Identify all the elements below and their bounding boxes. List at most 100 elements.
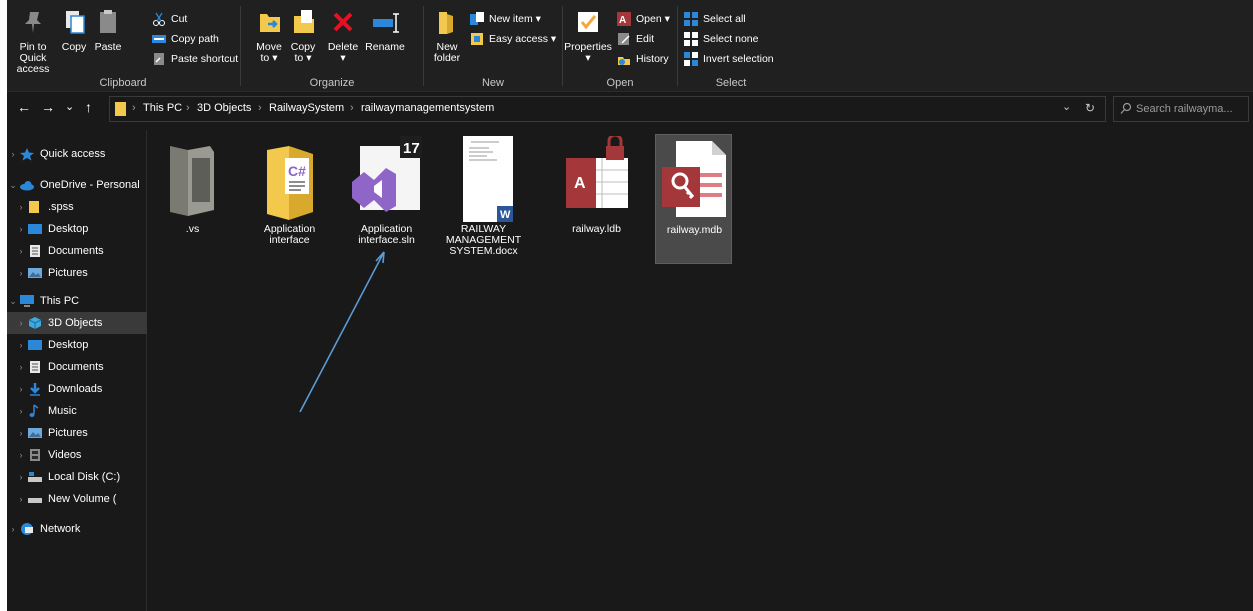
nav-item-onedrive-pictures[interactable]: › Pictures <box>7 262 147 284</box>
delete-button[interactable]: Delete ▾ <box>326 6 360 64</box>
nav-item-quick-access[interactable]: › Quick access <box>7 143 147 165</box>
expand-chevron-icon[interactable]: › <box>7 202 27 212</box>
documents-icon <box>27 360 43 374</box>
select-none-icon <box>683 31 699 47</box>
copy-icon <box>59 6 91 38</box>
nav-item-this-pc[interactable]: ⌄ This PC <box>7 290 147 312</box>
history-button[interactable]: History <box>616 50 669 68</box>
refresh-button[interactable]: ↻ <box>1085 101 1095 115</box>
cloud-icon <box>19 178 35 192</box>
address-dropdown-button[interactable]: ⌄ <box>1062 100 1071 113</box>
nav-item-videos[interactable]: › Videos <box>7 444 147 466</box>
expand-chevron-icon[interactable]: › <box>7 384 27 394</box>
copy-button[interactable]: Copy <box>59 6 89 53</box>
navigation-pane: › Quick access ⌄ OneDrive - Personal › .… <box>7 130 147 611</box>
rename-button[interactable]: Rename <box>364 6 406 53</box>
star-icon <box>19 147 35 161</box>
select-all-button[interactable]: Select all <box>683 10 746 28</box>
history-icon <box>616 51 632 67</box>
open-button[interactable]: A Open ▾ <box>616 10 670 28</box>
properties-button[interactable]: Properties ▾ <box>564 6 612 64</box>
expand-chevron-icon[interactable]: › <box>7 450 27 460</box>
nav-item-3d-objects[interactable]: › 3D Objects <box>7 312 147 334</box>
ribbon-divider <box>677 6 678 86</box>
new-item-button[interactable]: New item ▾ <box>469 10 541 28</box>
cut-button[interactable]: Cut <box>151 10 187 28</box>
back-button[interactable]: ← <box>17 100 31 114</box>
expand-chevron-icon[interactable]: › <box>7 494 27 504</box>
drive-icon <box>27 470 43 484</box>
expand-chevron-icon[interactable]: › <box>7 268 27 278</box>
copy-to-button[interactable]: Copy to ▾ <box>288 6 318 64</box>
nav-item-local-disk-c[interactable]: › Local Disk (C:) <box>7 466 147 488</box>
easy-access-icon <box>469 31 485 47</box>
breadcrumb-3d-objects[interactable]: 3D Objects <box>197 102 251 114</box>
nav-item-onedrive[interactable]: ⌄ OneDrive - Personal <box>7 174 147 196</box>
new-folder-icon <box>431 6 463 38</box>
open-group-label: Open <box>606 77 634 89</box>
paste-button[interactable]: Paste <box>91 6 125 53</box>
network-icon <box>19 522 35 536</box>
easy-access-button[interactable]: Easy access ▾ <box>469 30 556 48</box>
cube-icon <box>27 316 43 330</box>
breadcrumb-separator: › <box>132 102 136 114</box>
clipboard-group-label: Clipboard <box>99 77 147 89</box>
access-open-icon: A <box>616 11 632 27</box>
copy-to-icon <box>288 6 320 38</box>
nav-item-onedrive-documents[interactable]: › Documents <box>7 240 147 262</box>
svg-text:A: A <box>619 15 626 26</box>
expand-chevron-icon[interactable]: › <box>7 362 27 372</box>
move-to-icon <box>254 6 286 38</box>
expand-chevron-icon[interactable]: › <box>7 246 27 256</box>
copy-path-icon <box>151 31 167 47</box>
nav-item-onedrive-desktop[interactable]: › Desktop <box>7 218 147 240</box>
ribbon-divider <box>240 6 241 86</box>
paste-shortcut-button[interactable]: Paste shortcut <box>151 50 238 68</box>
expand-chevron-icon[interactable]: › <box>7 318 27 328</box>
folder-icon <box>27 200 43 214</box>
nav-item-downloads[interactable]: › Downloads <box>7 378 147 400</box>
nav-item-network[interactable]: › Network <box>7 518 147 540</box>
nav-item-desktop[interactable]: › Desktop <box>7 334 147 356</box>
nav-item-music[interactable]: › Music <box>7 400 147 422</box>
select-group-label: Select <box>715 77 747 89</box>
invert-selection-button[interactable]: Invert selection <box>683 50 774 68</box>
rename-icon <box>369 6 401 38</box>
copy-path-button[interactable]: Copy path <box>151 30 219 48</box>
new-item-icon <box>469 11 485 27</box>
expand-chevron-icon[interactable]: › <box>7 524 19 534</box>
address-bar[interactable]: › This PC › 3D Objects › RailwaySystem ›… <box>109 96 1106 122</box>
expand-chevron-icon[interactable]: ⌄ <box>7 296 19 307</box>
select-none-button[interactable]: Select none <box>683 30 758 48</box>
expand-chevron-icon[interactable]: › <box>7 224 27 234</box>
expand-chevron-icon[interactable]: › <box>7 406 27 416</box>
pin-to-quick-access-button[interactable]: Pin to Quick access <box>9 6 57 75</box>
nav-item-spss[interactable]: › .spss <box>7 196 147 218</box>
music-icon <box>27 404 43 418</box>
organize-group: Move to ▾ Copy to ▾ Delete ▾ Rename Orga… <box>242 0 422 92</box>
file-explorer-window: Pin to Quick access Copy Paste Cut Copy … <box>7 0 1253 611</box>
expand-chevron-icon[interactable]: › <box>7 340 27 350</box>
forward-button[interactable]: → <box>41 100 55 114</box>
breadcrumb-this-pc[interactable]: This PC <box>143 102 182 114</box>
video-icon <box>27 448 43 462</box>
nav-item-pictures[interactable]: › Pictures <box>7 422 147 444</box>
breadcrumb-railwaymanagementsystem[interactable]: railwaymanagementsystem <box>361 102 494 114</box>
pin-icon <box>17 6 49 38</box>
recent-locations-button[interactable]: ⌄ <box>65 100 74 114</box>
move-to-button[interactable]: Move to ▾ <box>254 6 284 64</box>
file-list: .vs C# Application interface 17 Applicat… <box>148 130 1253 611</box>
expand-chevron-icon[interactable]: › <box>7 149 19 159</box>
expand-chevron-icon[interactable]: › <box>7 472 27 482</box>
edit-icon <box>616 31 632 47</box>
expand-chevron-icon[interactable]: › <box>7 428 27 438</box>
organize-group-label: Organize <box>309 77 355 89</box>
search-box[interactable]: Search railwayma... <box>1113 96 1249 122</box>
breadcrumb-railwaysystem[interactable]: RailwaySystem <box>269 102 344 114</box>
new-folder-button[interactable]: New folder <box>429 6 465 64</box>
nav-item-documents[interactable]: › Documents <box>7 356 147 378</box>
expand-chevron-icon[interactable]: ⌄ <box>7 180 19 191</box>
edit-button[interactable]: Edit <box>616 30 654 48</box>
nav-item-new-volume[interactable]: › New Volume ( <box>7 488 147 510</box>
up-button[interactable]: ↑ <box>85 100 92 114</box>
